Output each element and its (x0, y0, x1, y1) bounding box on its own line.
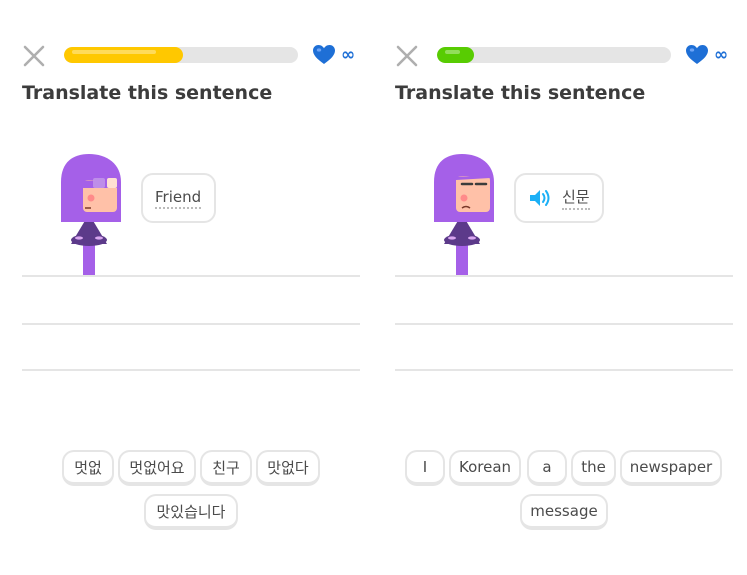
answer-line (22, 369, 360, 371)
word-chip[interactable]: 멋없 (62, 450, 114, 486)
heart-icon (313, 45, 335, 64)
word-chip[interactable]: newspaper (620, 450, 722, 486)
speech-bubble: Friend (141, 173, 216, 223)
answer-line (395, 369, 733, 371)
word-chip[interactable]: I (405, 450, 445, 486)
page-title: Translate this sentence (395, 82, 646, 104)
speech-bubble: 신문 (514, 173, 604, 223)
prompt-text[interactable]: Friend (155, 188, 202, 209)
character-illustration (55, 152, 125, 276)
word-chip[interactable]: 맛있습니다 (144, 494, 238, 530)
word-chip[interactable]: the (571, 450, 616, 486)
prompt-text[interactable]: 신문 (562, 186, 590, 210)
character-illustration (428, 152, 498, 276)
word-chip[interactable]: Korean (449, 450, 521, 486)
heart-icon (686, 45, 708, 64)
word-chip[interactable]: a (527, 450, 567, 486)
hearts-value: ∞ (714, 44, 729, 65)
page-title: Translate this sentence (22, 82, 273, 104)
hearts-indicator: ∞ (685, 44, 728, 65)
close-icon[interactable] (395, 44, 419, 68)
word-chip[interactable]: 맛없다 (256, 450, 320, 486)
close-icon[interactable] (22, 44, 46, 68)
answer-line (22, 275, 360, 277)
hearts-value: ∞ (341, 44, 356, 65)
exercise-panel-right: ∞ Translate this sentence 신문 I Korean a … (373, 0, 746, 575)
progress-bar-fill (437, 47, 475, 63)
word-chip[interactable]: 친구 (200, 450, 252, 486)
progress-bar (64, 47, 298, 63)
word-chip[interactable]: message (520, 494, 608, 530)
progress-bar-fill (64, 47, 184, 63)
hearts-indicator: ∞ (312, 44, 355, 65)
answer-line (22, 323, 360, 325)
word-chip[interactable]: 멋없어요 (118, 450, 196, 486)
speaker-icon[interactable] (528, 188, 552, 208)
answer-line (395, 275, 733, 277)
answer-line (395, 323, 733, 325)
progress-bar (437, 47, 671, 63)
exercise-panel-left: ∞ Translate this sentence Friend 멋없 멋없어요 (0, 0, 373, 575)
